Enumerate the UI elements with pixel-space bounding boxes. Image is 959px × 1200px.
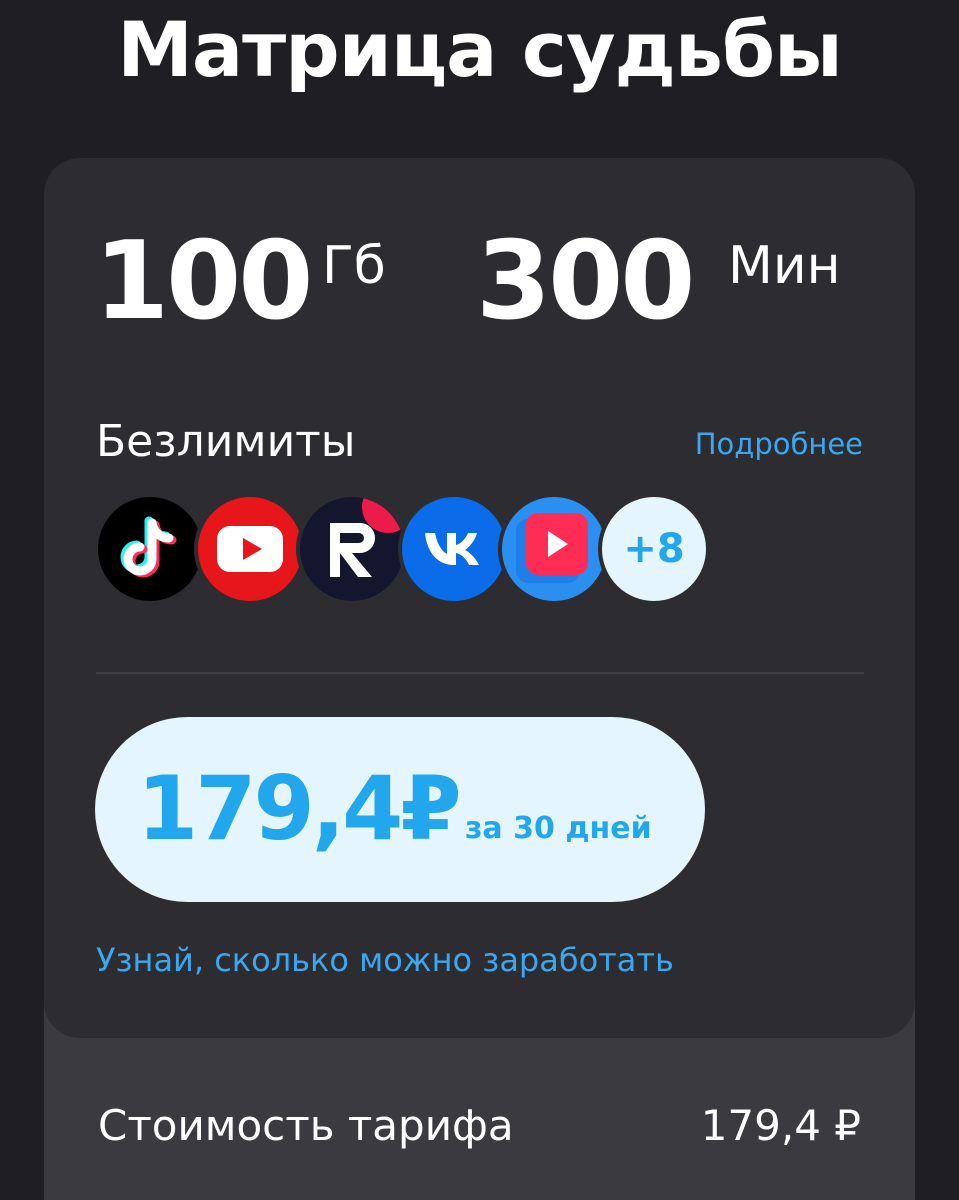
page-title: Матрица судьбы xyxy=(117,5,843,94)
internet-unit: Гб xyxy=(322,236,386,296)
vk-icon xyxy=(398,493,510,605)
minutes-amount: 300 xyxy=(476,219,695,344)
tariff-screen: Матрица судьбы 100 Гб 300 Мин Безлимиты … xyxy=(0,0,959,1200)
divider xyxy=(96,672,864,674)
more-services-badge[interactable]: +8 xyxy=(598,493,710,605)
minutes-unit: Мин xyxy=(728,236,841,296)
details-link[interactable]: Подробнее xyxy=(695,424,863,464)
earn-info-link[interactable]: Узнай, сколько можно заработать xyxy=(96,936,674,984)
price-amount: 179,4₽ xyxy=(137,757,462,860)
vk-video-icon xyxy=(498,493,610,605)
unlimited-label: Безлимиты xyxy=(96,416,356,467)
unlimited-services-list[interactable]: +8 xyxy=(94,493,734,605)
youtube-icon xyxy=(194,493,306,605)
price-badge: 179,4₽ за 30 дней xyxy=(95,717,705,902)
price-period: за 30 дней xyxy=(465,811,652,846)
tariff-cost-value: 179,4 ₽ xyxy=(700,1101,861,1150)
rutube-icon xyxy=(296,493,408,605)
tariff-cost-label: Стоимость тарифа xyxy=(98,1101,514,1150)
tiktok-icon xyxy=(94,493,206,605)
internet-amount: 100 xyxy=(94,219,313,344)
